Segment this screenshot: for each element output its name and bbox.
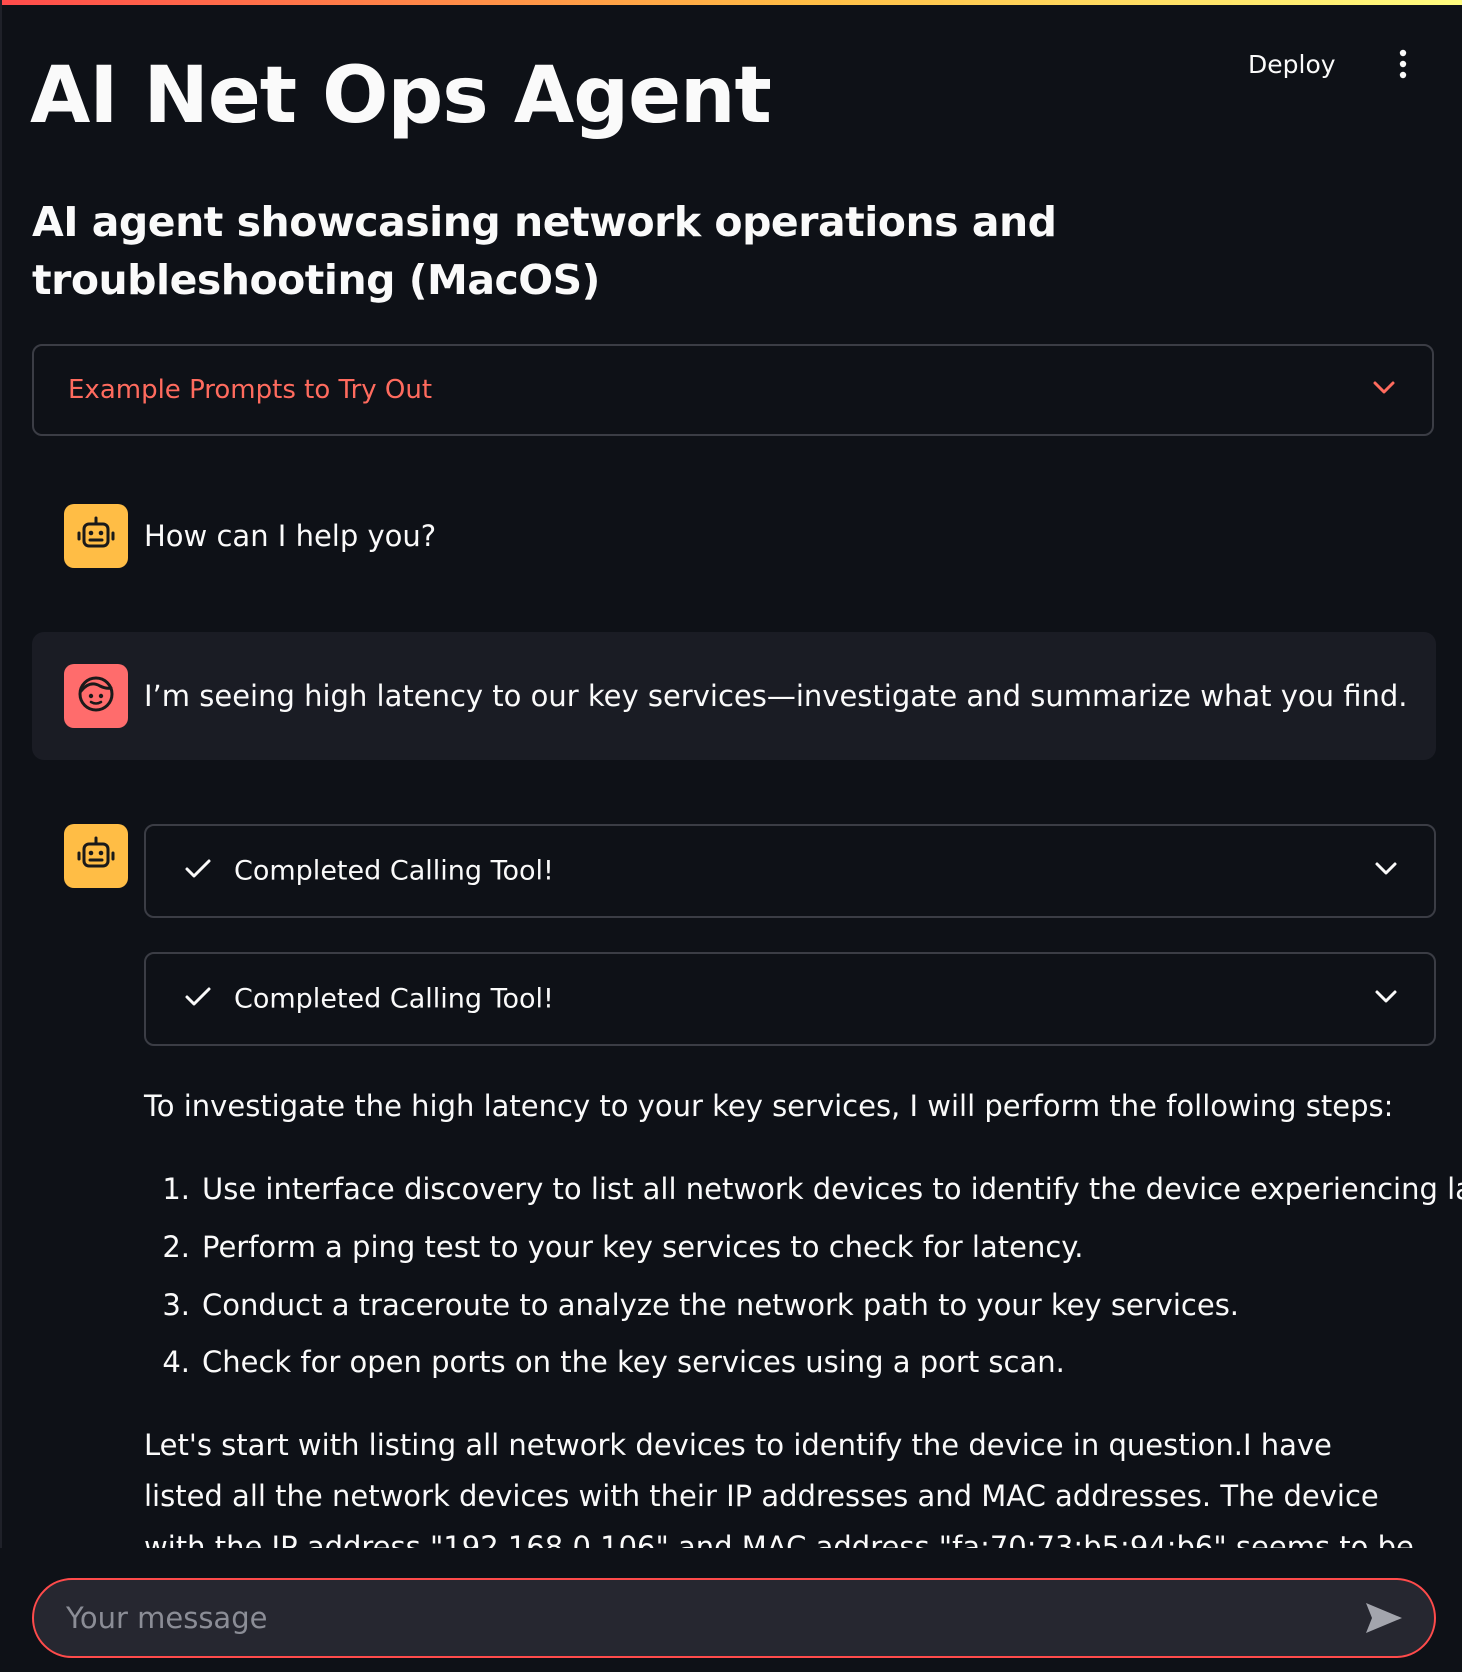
- user-message-row: I’m seeing high latency to our key servi…: [32, 632, 1436, 760]
- bot-avatar: [64, 824, 128, 888]
- chevron-down-icon: [1372, 380, 1396, 400]
- step-number: 4.: [162, 1345, 190, 1379]
- chevron-down-icon: [1374, 861, 1398, 881]
- tool-status-expander[interactable]: Completed Calling Tool!: [144, 824, 1436, 918]
- chevron-down-icon: [1374, 989, 1398, 1009]
- user-avatar: [64, 664, 128, 728]
- more-vertical-icon[interactable]: [1388, 44, 1418, 84]
- response-followup: Let's start with listing all network dev…: [144, 1428, 1414, 1548]
- response-step: 2. Perform a ping test to your key servic…: [144, 1227, 1084, 1267]
- chat-input-container: [32, 1578, 1436, 1658]
- page-title: AI Net Ops Agent: [30, 51, 772, 141]
- tool-status-expander[interactable]: Completed Calling Tool!: [144, 952, 1436, 1046]
- send-icon[interactable]: [1354, 1588, 1414, 1648]
- main-content: Deploy AI Net Ops Agent AI agent showcas…: [0, 0, 1462, 1549]
- example-prompts-expander[interactable]: Example Prompts to Try Out: [32, 344, 1434, 436]
- step-number: 2.: [162, 1230, 190, 1264]
- deploy-button[interactable]: Deploy: [1248, 44, 1336, 84]
- expander-label: Example Prompts to Try Out: [68, 375, 433, 405]
- check-icon: [184, 986, 212, 1012]
- response-step: 4. Check for open ports on the key servic…: [144, 1342, 1065, 1382]
- bot-avatar: [64, 504, 128, 568]
- step-number: 1.: [162, 1172, 190, 1206]
- user-message-text: I’m seeing high latency to our key servi…: [144, 679, 1408, 713]
- page-subtitle: AI agent showcasing network operations a…: [32, 198, 1057, 304]
- step-text: Perform a ping test to your key services…: [202, 1230, 1084, 1264]
- step-text: Conduct a traceroute to analyze the netw…: [202, 1288, 1240, 1322]
- response-step: 3. Conduct a traceroute to analyze the ne…: [144, 1285, 1239, 1325]
- response-intro: To investigate the high latency to your …: [144, 1089, 1394, 1123]
- check-icon: [184, 858, 212, 884]
- face-icon: [76, 674, 116, 718]
- tool-status-label: Completed Calling Tool!: [234, 983, 554, 1015]
- assistant-greeting: How can I help you?: [144, 519, 437, 553]
- robot-icon: [76, 834, 116, 878]
- message-input[interactable]: [64, 1600, 1354, 1636]
- step-number: 3.: [162, 1288, 190, 1322]
- robot-icon: [76, 514, 116, 558]
- tool-status-label: Completed Calling Tool!: [234, 855, 554, 887]
- step-text: Use interface discovery to list all netw…: [202, 1172, 1462, 1206]
- step-text: Check for open ports on the key services…: [202, 1345, 1065, 1379]
- response-step: 1. Use interface discovery to list all ne…: [144, 1169, 1462, 1209]
